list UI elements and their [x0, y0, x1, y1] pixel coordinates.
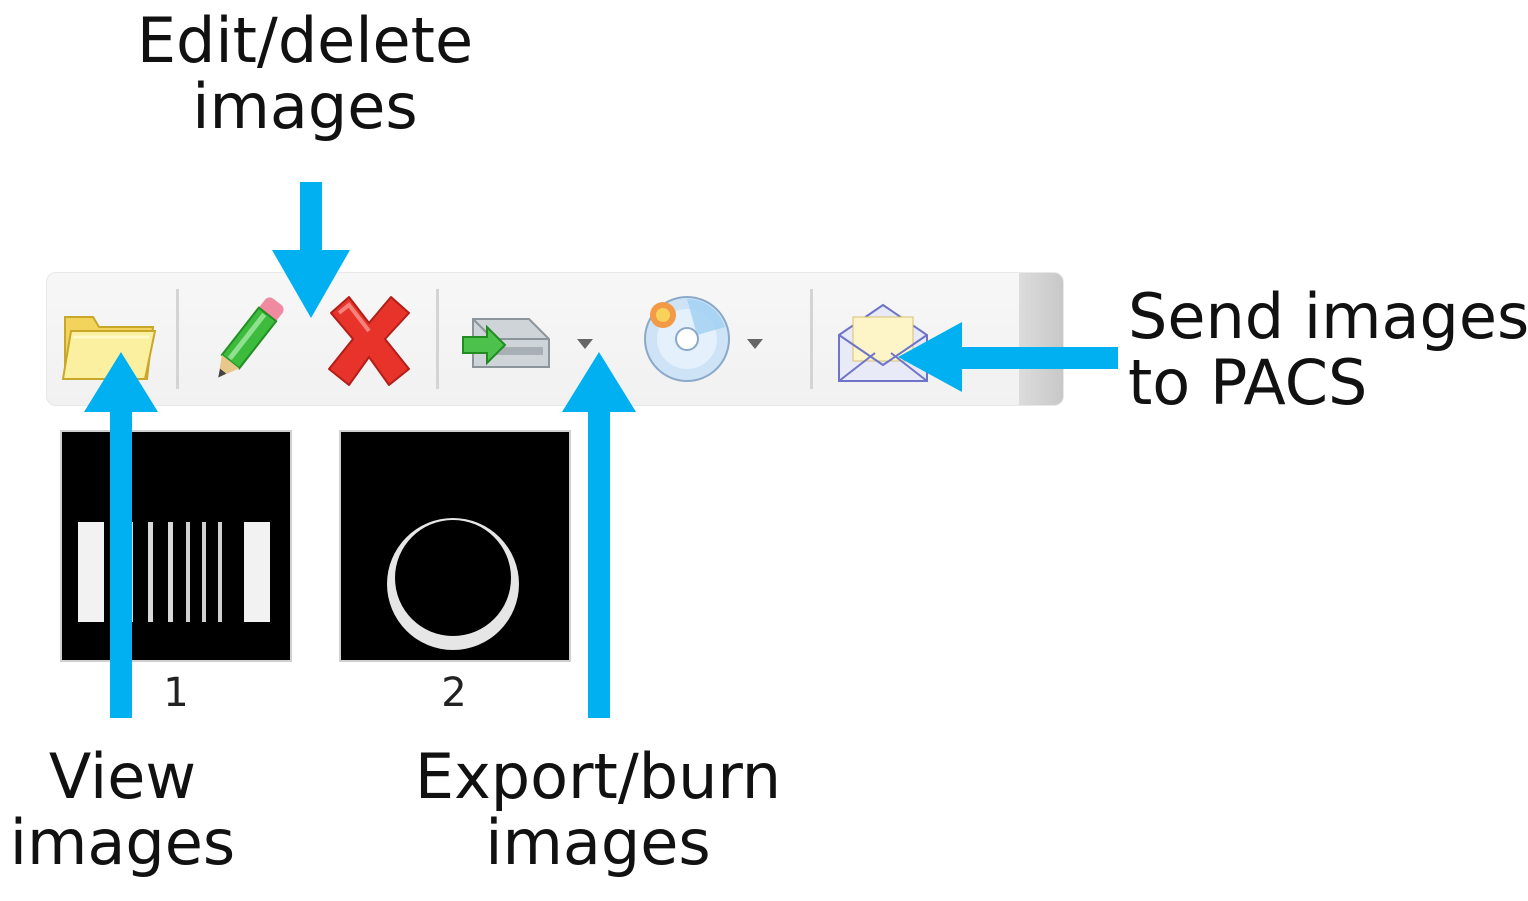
- thumbnail-label: 2: [441, 670, 467, 716]
- edit-delete-callout-line1: Edit/delete: [136, 4, 474, 77]
- export-button[interactable]: [457, 287, 607, 391]
- envelope-icon: [838, 303, 928, 382]
- view-images-callout: View images: [0, 744, 245, 876]
- export-burn-callout: Export/burn images: [398, 744, 798, 876]
- cd-burn-icon: [644, 296, 763, 382]
- delete-button[interactable]: [319, 287, 419, 391]
- send-pacs-callout-line2: to PACS: [1128, 346, 1368, 419]
- edit-delete-callout: Edit/delete images: [120, 8, 490, 140]
- image-toolbar: [46, 272, 1064, 406]
- send-pacs-button[interactable]: [831, 287, 941, 391]
- toolbar-separator: [436, 289, 439, 389]
- view-images-callout-line1: View: [48, 740, 197, 813]
- burn-button[interactable]: [637, 287, 787, 391]
- export-burn-callout-line1: Export/burn: [414, 740, 782, 813]
- drive-export-icon: [462, 318, 593, 368]
- pencil-icon: [218, 297, 284, 378]
- send-pacs-callout-line1: Send images: [1128, 280, 1528, 353]
- burn-dropdown-icon: [747, 339, 763, 349]
- view-images-callout-line2: images: [9, 806, 236, 879]
- export-burn-arrow: [562, 352, 636, 718]
- export-dropdown-icon: [577, 339, 593, 349]
- thumbnail-1[interactable]: [60, 430, 292, 662]
- toolbar-separator: [176, 289, 179, 389]
- open-folder-button[interactable]: [57, 287, 157, 391]
- thumbnail-label: 1: [163, 670, 189, 716]
- ring-phantom-image: [387, 518, 519, 650]
- toolbar-separator: [810, 289, 813, 389]
- edit-delete-callout-line2: images: [192, 70, 418, 143]
- red-x-icon: [328, 296, 410, 386]
- line-pair-phantom-image: [78, 522, 270, 622]
- folder-icon: [61, 316, 157, 380]
- send-pacs-callout: Send images to PACS: [1128, 284, 1528, 416]
- export-burn-callout-line2: images: [485, 806, 711, 879]
- toolbar-overflow-grip[interactable]: [1019, 273, 1063, 405]
- edit-button[interactable]: [197, 287, 297, 391]
- thumbnail-2[interactable]: [339, 430, 571, 662]
